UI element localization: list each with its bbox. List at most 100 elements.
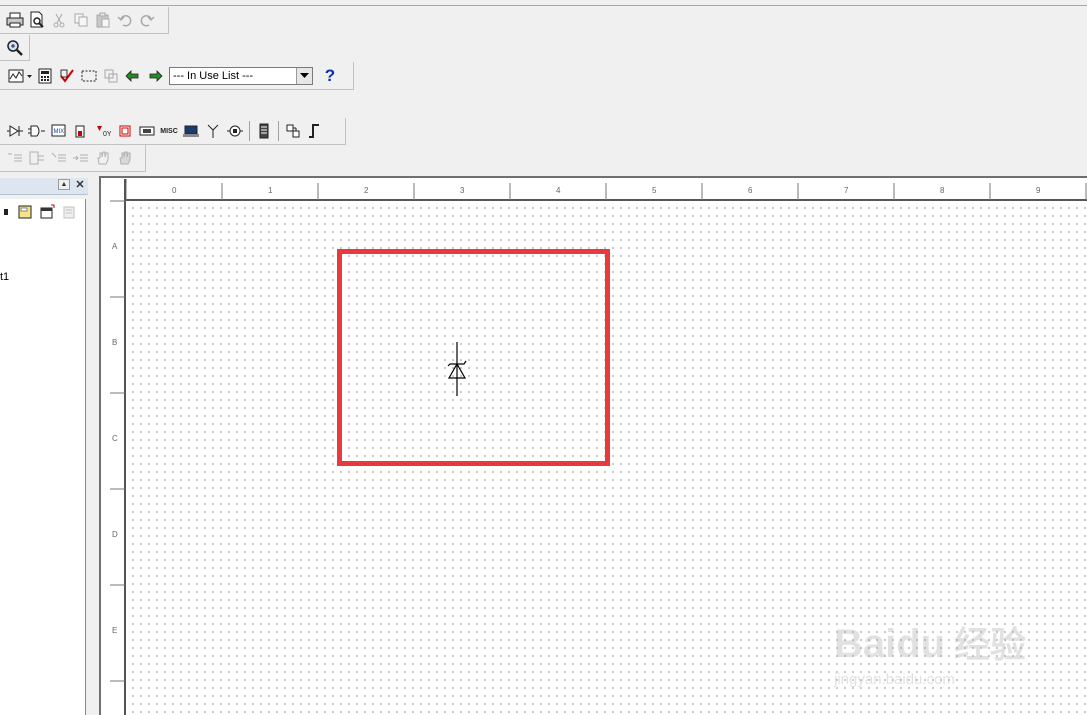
graphic-tool-2-icon <box>29 151 44 165</box>
back-annotate-button[interactable] <box>122 65 144 87</box>
print-button[interactable] <box>4 9 26 31</box>
chevron-down-icon[interactable] <box>296 67 312 84</box>
help-button[interactable]: ? <box>319 65 341 87</box>
transfer-icon <box>104 69 118 82</box>
ruler-row-label: B <box>112 338 117 347</box>
forward-annotate-button[interactable] <box>144 65 166 87</box>
print-icon <box>6 12 24 28</box>
basic-component-icon <box>28 125 45 137</box>
folder-icon <box>4 209 8 215</box>
toolbox-tool-1-button[interactable] <box>0 201 14 223</box>
place-bus-button[interactable] <box>253 120 275 142</box>
svg-text:0Y: 0Y <box>103 131 111 138</box>
electrical-rules-check-icon <box>60 68 74 83</box>
cut-icon <box>53 13 65 28</box>
indicator-component-icon <box>183 125 199 137</box>
diode-component-icon: MIX <box>51 124 66 137</box>
graphic-tool-2-button[interactable] <box>26 147 48 169</box>
paste-icon <box>96 12 110 28</box>
print-preview-button[interactable] <box>26 9 48 31</box>
pan-hand-2-button[interactable] <box>114 147 136 169</box>
redo-button[interactable] <box>136 9 158 31</box>
erc-button[interactable] <box>56 65 78 87</box>
zener-diode-icon[interactable] <box>444 340 470 398</box>
zoom-toolbar <box>0 35 30 61</box>
graphic-tool-3-button[interactable] <box>48 147 70 169</box>
print-preview-icon <box>30 11 44 28</box>
delete-sheet-icon <box>63 206 75 219</box>
undo-button[interactable] <box>114 9 136 31</box>
copy-icon <box>74 13 88 27</box>
paste-button[interactable] <box>92 9 114 31</box>
place-wire-button[interactable] <box>304 120 326 142</box>
place-transistor-button[interactable] <box>70 120 92 142</box>
copy-button[interactable] <box>70 9 92 31</box>
graphic-tool-4-button[interactable] <box>70 147 92 169</box>
zoom-area-button[interactable] <box>4 37 26 59</box>
postprocessor-button[interactable] <box>34 65 56 87</box>
ruler-top: 0 1 2 3 4 5 6 7 8 9 <box>106 179 1087 201</box>
close-icon: ✕ <box>75 179 85 191</box>
new-sheet-button[interactable] <box>14 201 36 223</box>
help-icon: ? <box>324 65 336 85</box>
design-toolbox-body: t1 <box>0 199 86 715</box>
toolbar-separator <box>278 121 279 141</box>
ruler-column-label: 7 <box>844 186 849 195</box>
place-diode-button[interactable]: MIX <box>48 120 70 142</box>
place-indicator-button[interactable] <box>180 120 202 142</box>
place-basic-button[interactable] <box>26 120 48 142</box>
graphic-tool-1-button[interactable] <box>4 147 26 169</box>
pan-hand-button[interactable] <box>92 147 114 169</box>
pan-hand-icon <box>97 151 109 165</box>
minimize-panel-button[interactable]: ▲ <box>58 179 70 190</box>
calculator-icon <box>38 68 52 83</box>
place-cmos-button[interactable] <box>136 120 158 142</box>
transfer-button[interactable] <box>100 65 122 87</box>
hierarchical-block-button[interactable] <box>282 120 304 142</box>
cut-button[interactable] <box>48 9 70 31</box>
new-sheet-icon <box>18 205 32 219</box>
in-use-list-value: --- In Use List --- <box>173 69 254 82</box>
electromechanical-icon <box>227 125 243 137</box>
design-tree-item[interactable]: t1 <box>0 271 9 283</box>
redo-icon <box>140 15 155 27</box>
place-misc-digital-button[interactable]: MISC <box>158 120 180 142</box>
place-analog-button[interactable]: 0Y <box>92 120 114 142</box>
ruler-row-label: C <box>112 434 118 443</box>
close-panel-button[interactable]: ✕ <box>74 179 86 191</box>
ruler-column-label: 4 <box>556 186 561 195</box>
baidu-watermark: Baidu 经验 jingyan.baidu.com <box>833 622 1026 688</box>
toolbar-separator <box>249 121 250 141</box>
menu-divider <box>0 5 1087 6</box>
graphic-tool-3-icon <box>51 152 66 162</box>
place-bus-icon <box>259 123 269 139</box>
undo-icon <box>117 15 132 27</box>
design-toolbox-tools <box>0 201 80 223</box>
caret-up-icon: ▲ <box>60 181 68 188</box>
new-window-icon <box>40 204 55 219</box>
graphic-tool-1-icon <box>8 153 22 162</box>
grapher-button[interactable] <box>6 65 34 87</box>
place-electromechanical-button[interactable] <box>224 120 246 142</box>
highlight-rectangle <box>337 249 610 466</box>
dashed-selection-icon <box>81 70 97 81</box>
ruler-left: A B C D E <box>106 179 126 715</box>
place-ttl-button[interactable] <box>114 120 136 142</box>
place-rf-button[interactable] <box>202 120 224 142</box>
main-toolbar: --- In Use List --- ? <box>0 62 354 90</box>
new-window-button[interactable] <box>36 201 58 223</box>
graphic-toolbar <box>0 145 146 172</box>
ruler-row-label: A <box>112 242 118 251</box>
place-source-button[interactable] <box>4 120 26 142</box>
ruler-column-label: 3 <box>460 186 465 195</box>
ruler-column-label: 8 <box>940 186 945 195</box>
component-toolbar: MIX 0Y MISC <box>0 118 346 145</box>
grapher-icon <box>8 69 32 82</box>
zoom-area-icon <box>7 39 23 56</box>
delete-sheet-button[interactable] <box>58 201 80 223</box>
ruler-column-label: 0 <box>172 186 177 195</box>
watermark-brand: Baidu <box>834 622 945 666</box>
in-use-list-dropdown[interactable]: --- In Use List --- <box>169 66 313 85</box>
select-region-button[interactable] <box>78 65 100 87</box>
ruler-column-label: 5 <box>652 186 657 195</box>
